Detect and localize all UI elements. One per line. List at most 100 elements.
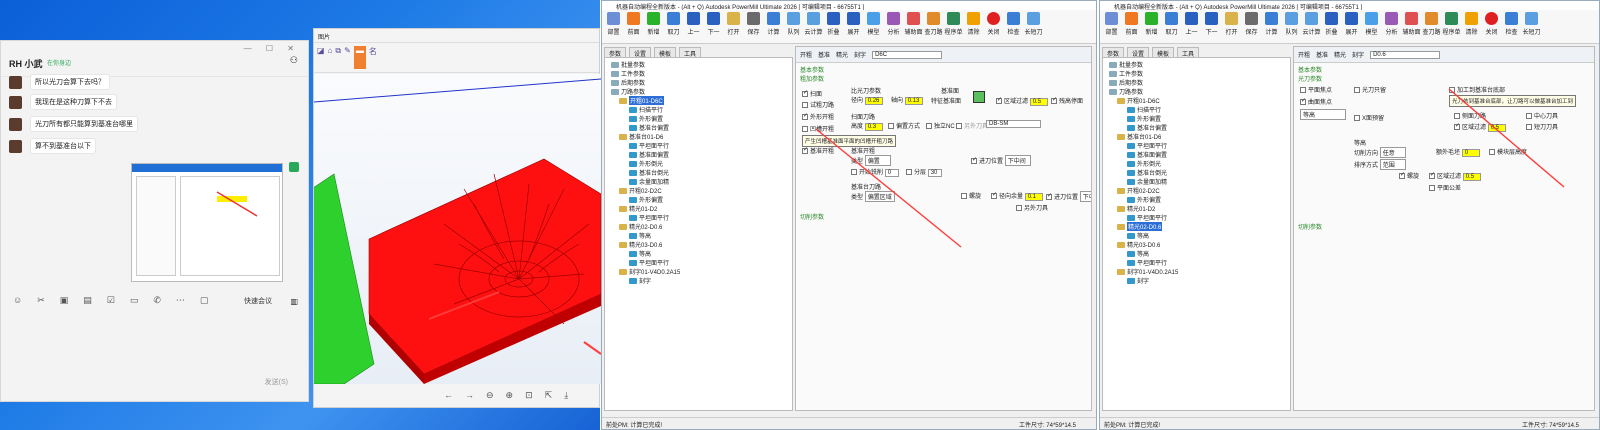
tree-item[interactable]: 批量参数	[611, 60, 645, 69]
ribbon-button[interactable]: 打开	[725, 12, 742, 41]
scissors-icon[interactable]: ✂	[37, 295, 45, 306]
zoom-out-icon[interactable]: ⊖	[486, 390, 494, 401]
share-icon[interactable]: ⇱	[545, 390, 553, 401]
phone-icon[interactable]: ✆	[153, 295, 161, 306]
tree-item[interactable]: 等高	[629, 249, 651, 258]
tree-item[interactable]: 等高	[1127, 231, 1149, 240]
ribbon-button[interactable]: 辅助面	[1403, 12, 1421, 41]
sidebar-toggle-icon[interactable]: ▥	[290, 297, 298, 306]
emoji-icon[interactable]: ☺	[13, 295, 22, 306]
tree-item[interactable]: 等高	[629, 231, 651, 240]
quick-meeting-button[interactable]: 快速会议	[244, 296, 272, 306]
tool-icon[interactable]: ▬	[353, 46, 366, 69]
tool-icon[interactable]: ◪	[317, 46, 325, 69]
tool-icon[interactable]: ⧉	[335, 46, 341, 69]
prev-icon[interactable]: ←	[444, 390, 453, 401]
add-contact-icon[interactable]: ⚇	[290, 55, 298, 66]
ribbon-button[interactable]: 下一	[1203, 12, 1220, 41]
file-icon[interactable]	[289, 162, 299, 172]
tree-item[interactable]: 扫描平行	[1127, 105, 1161, 114]
screenshot-thumbnail[interactable]	[131, 163, 283, 282]
tree-item[interactable]: 平坦面平行	[629, 141, 669, 150]
tree-item[interactable]: 基准台01-D6	[1117, 132, 1161, 141]
tree-item[interactable]: 基准台偏置	[1127, 123, 1167, 132]
ribbon-button[interactable]: 长短刀	[1025, 12, 1043, 41]
tree-item-selected[interactable]: 精光02-D0.6	[1117, 222, 1163, 231]
tree-item[interactable]: 基准面偏置	[629, 150, 669, 159]
tree-item[interactable]: 工件参数	[611, 69, 645, 78]
fit-icon[interactable]: ⊡	[525, 390, 533, 401]
tree-item[interactable]: 开粗02-D2C	[1117, 186, 1160, 195]
tree-item[interactable]: 刀路参数	[1109, 87, 1143, 96]
video-icon[interactable]: ▢	[200, 295, 209, 306]
ribbon-button[interactable]: 模型	[865, 12, 882, 41]
ribbon-button[interactable]: 打开	[1223, 12, 1240, 41]
ribbon-button[interactable]: 取刀	[1163, 12, 1180, 41]
tree-item[interactable]: 余量面加精	[1127, 177, 1167, 186]
ribbon-button[interactable]: 辅助面	[905, 12, 923, 41]
ribbon-button[interactable]: 长短刀	[1523, 12, 1541, 41]
ribbon-button[interactable]: 取刀	[665, 12, 682, 41]
tree-item[interactable]: 刀路参数	[611, 87, 645, 96]
ribbon-button[interactable]: 程序单	[1443, 12, 1461, 41]
tree-item[interactable]: 后期参数	[1109, 78, 1143, 87]
ribbon-button[interactable]: 分析	[885, 12, 902, 41]
tree-item[interactable]: 开粗02-D2C	[619, 186, 662, 195]
tree-item[interactable]: 平坦面平行	[1127, 141, 1167, 150]
download-icon[interactable]: ⤓	[564, 390, 568, 401]
ribbon-button[interactable]: 云计算	[1303, 12, 1321, 41]
ribbon-button[interactable]: 计算	[1263, 12, 1280, 41]
tree-item[interactable]: 刻字01-V4D0.2A15	[1117, 267, 1178, 276]
ribbon-button[interactable]: 清除	[1463, 12, 1480, 41]
ribbon-button[interactable]: 保存	[745, 12, 762, 41]
ribbon-button[interactable]: 前面	[1123, 12, 1140, 41]
ribbon-button[interactable]: 检查	[1503, 12, 1520, 41]
next-icon[interactable]: →	[465, 390, 474, 401]
ribbon-button[interactable]: 队列	[1283, 12, 1300, 41]
tree-item[interactable]: 外形倒光	[1127, 159, 1161, 168]
ribbon-button[interactable]: 上一	[685, 12, 702, 41]
cad-viewport[interactable]	[314, 74, 601, 384]
tree-item[interactable]: 精光03-D0.6	[619, 240, 662, 249]
tree-item[interactable]: 工件参数	[1109, 69, 1143, 78]
ribbon-button[interactable]: 前面	[625, 12, 642, 41]
ribbon-button[interactable]: 队列	[785, 12, 802, 41]
ribbon-button[interactable]: 新增	[645, 12, 662, 41]
ribbon-button[interactable]: 下一	[705, 12, 722, 41]
tree-item[interactable]: 精光01-D2	[619, 204, 657, 213]
tree-item[interactable]: 基准台01-D6	[619, 132, 663, 141]
tree-item[interactable]: 基准台倒光	[1127, 168, 1167, 177]
tree-item[interactable]: 平坦面平行	[1127, 213, 1167, 222]
tree-item[interactable]: 外形偏置	[629, 114, 663, 123]
tree-item[interactable]: 后期参数	[611, 78, 645, 87]
ribbon-button[interactable]: 展开	[1343, 12, 1360, 41]
tree-item[interactable]: 基准面偏置	[1127, 150, 1167, 159]
ribbon-button[interactable]: 关闭	[985, 12, 1002, 41]
tree-item[interactable]: 批量参数	[1109, 60, 1143, 69]
tree-item[interactable]: 平坦面平行	[629, 213, 669, 222]
tree-item[interactable]: 刻字	[629, 276, 651, 285]
tree-item[interactable]: 平坦面平行	[1127, 258, 1167, 267]
tool-icon[interactable]: 名	[369, 46, 377, 69]
ribbon-button[interactable]: 新增	[1143, 12, 1160, 41]
ribbon-button[interactable]: 清除	[965, 12, 982, 41]
more-icon[interactable]: ⋯	[176, 295, 185, 306]
tree-item[interactable]: 基准台倒光	[629, 168, 669, 177]
tree-item[interactable]: 余量面加精	[629, 177, 669, 186]
ribbon-button[interactable]: 程序单	[945, 12, 963, 41]
check-icon[interactable]: ☑	[107, 295, 115, 306]
tree-item[interactable]: 外形偏置	[629, 195, 663, 204]
tool-icon[interactable]: ⌂	[328, 46, 333, 69]
ribbon-button[interactable]: 上一	[1183, 12, 1200, 41]
image-icon[interactable]: ▣	[60, 295, 69, 306]
tree-item[interactable]: 刻字	[1127, 276, 1149, 285]
ribbon-button[interactable]: 云计算	[805, 12, 823, 41]
tool-icon[interactable]: ✎	[344, 46, 351, 69]
ribbon-button[interactable]: 查刀路	[925, 12, 943, 41]
tree-item[interactable]: 基准台偏置	[629, 123, 669, 132]
ribbon-button[interactable]: 计算	[765, 12, 782, 41]
folder-icon[interactable]: ▭	[130, 295, 139, 306]
tree-item[interactable]: 扫描平行	[629, 105, 663, 114]
tree-item[interactable]: 精光03-D0.6	[1117, 240, 1160, 249]
tree-item-selected[interactable]: 开粗01-D6C	[619, 96, 664, 105]
